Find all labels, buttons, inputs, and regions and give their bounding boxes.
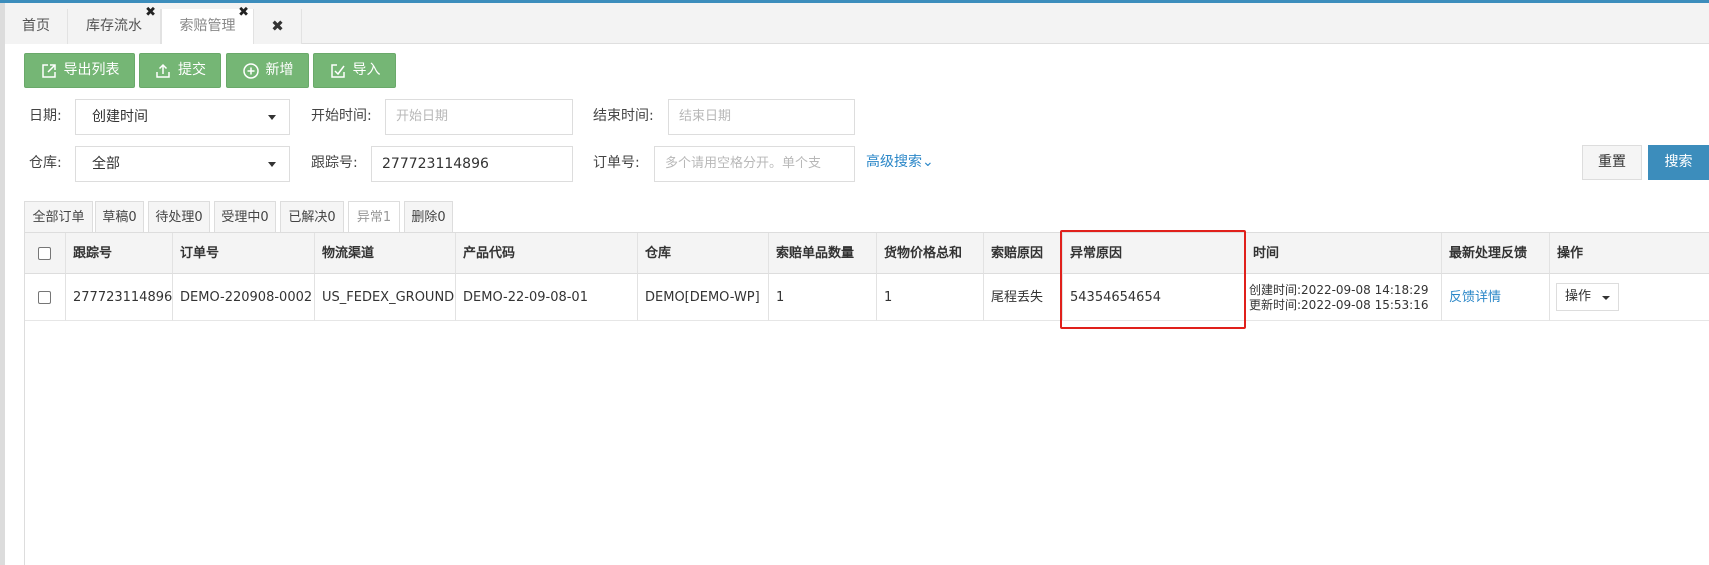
tab-home[interactable]: 首页 xyxy=(5,9,68,44)
feedback-detail-link[interactable]: 反馈详情 xyxy=(1449,290,1501,305)
cell-price-total: 1 xyxy=(877,274,984,321)
header-claim-qty[interactable]: 索赔单品数量 xyxy=(769,233,877,274)
tab-inventory-flow[interactable]: 库存流水 ✖ xyxy=(68,5,161,44)
date-label: 日期: xyxy=(29,108,62,124)
header-time[interactable]: 时间 xyxy=(1246,233,1442,274)
end-date-input[interactable]: 结束日期 xyxy=(668,99,855,135)
row-checkbox[interactable] xyxy=(38,291,51,304)
warehouse-label: 仓库: xyxy=(29,155,62,171)
warehouse-select[interactable]: 全部 xyxy=(75,146,290,182)
start-date-input[interactable]: 开始日期 xyxy=(385,99,573,135)
tracking-label: 跟踪号: xyxy=(311,155,358,171)
header-price-total[interactable]: 货物价格总和 xyxy=(877,233,984,274)
header-exception-reason[interactable]: 异常原因 xyxy=(1063,233,1246,274)
order-number-placeholder: 多个请用空格分开。单个支 xyxy=(665,156,822,171)
export-label: 导出列表 xyxy=(63,62,120,78)
left-edge xyxy=(0,3,5,565)
cell-order: DEMO-220908-0002 xyxy=(173,274,315,321)
status-tab-resolved[interactable]: 已解决0 xyxy=(280,201,344,233)
submit-button[interactable]: 提交 xyxy=(139,53,221,88)
cell-feedback: 反馈详情 xyxy=(1442,274,1550,321)
import-icon xyxy=(330,63,345,78)
start-time-label: 开始时间: xyxy=(311,108,372,124)
upload-icon xyxy=(156,63,170,78)
date-type-select[interactable]: 创建时间 xyxy=(75,99,290,135)
cell-warehouse: DEMO[DEMO-WP] xyxy=(638,274,769,321)
submit-label: 提交 xyxy=(178,62,206,78)
export-icon xyxy=(41,63,56,78)
close-icon[interactable]: ✖ xyxy=(145,3,156,23)
cell-product-code: DEMO-22-09-08-01 xyxy=(456,274,638,321)
tab-label: 首页 xyxy=(22,18,50,34)
header-order[interactable]: 订单号 xyxy=(173,233,315,274)
export-list-button[interactable]: 导出列表 xyxy=(24,53,135,88)
select-all-checkbox[interactable] xyxy=(38,247,51,260)
order-number-label: 订单号: xyxy=(593,155,640,171)
order-number-input[interactable]: 多个请用空格分开。单个支 xyxy=(654,146,855,182)
status-tab-draft[interactable]: 草稿0 xyxy=(95,201,144,233)
import-label: 导入 xyxy=(352,62,381,78)
cell-time: 创建时间:2022-09-08 14:18:29 更新时间:2022-09-08… xyxy=(1246,274,1442,321)
header-product-code[interactable]: 产品代码 xyxy=(456,233,638,274)
tab-bar: 首页 库存流水 ✖ 索赔管理 ✖ ✖ xyxy=(5,3,1709,44)
add-button[interactable]: 新增 xyxy=(226,53,309,88)
header-action: 操作 xyxy=(1550,233,1709,274)
status-tab-deleted[interactable]: 删除0 xyxy=(404,201,453,233)
tracking-number-input[interactable]: 277723114896 xyxy=(371,146,573,182)
end-date-placeholder: 结束日期 xyxy=(679,109,732,124)
tracking-number-value: 277723114896 xyxy=(382,156,489,172)
header-claim-reason[interactable]: 索赔原因 xyxy=(984,233,1063,274)
cell-claim-qty: 1 xyxy=(769,274,877,321)
row-select-cell xyxy=(25,274,66,321)
cell-tracking: 277723114896 xyxy=(66,274,173,321)
header-warehouse[interactable]: 仓库 xyxy=(638,233,769,274)
action-label: 操作 xyxy=(1565,289,1592,304)
date-type-value: 创建时间 xyxy=(92,109,148,125)
caret-down-icon xyxy=(1602,296,1610,300)
cell-channel: US_FEDEX_GROUND xyxy=(315,274,456,321)
warehouse-value: 全部 xyxy=(92,156,120,172)
tab-label: 库存流水 xyxy=(86,18,142,34)
caret-down-icon xyxy=(268,162,276,167)
cell-claim-reason: 尾程丢失 xyxy=(984,274,1063,321)
close-icon[interactable]: ✖ xyxy=(238,3,249,23)
header-feedback[interactable]: 最新处理反馈 xyxy=(1442,233,1550,274)
cell-exception-reason: 54354654654 xyxy=(1063,274,1246,321)
status-tab-all[interactable]: 全部订单 xyxy=(24,201,93,233)
advanced-search-link[interactable]: 高级搜索⌄ xyxy=(866,152,934,172)
action-dropdown-button[interactable]: 操作 xyxy=(1556,283,1619,311)
updated-time: 更新时间:2022-09-08 15:53:16 xyxy=(1249,298,1429,312)
reset-button[interactable]: 重置 xyxy=(1582,145,1642,180)
tab-claims-management[interactable]: 索赔管理 ✖ xyxy=(161,5,254,44)
plus-circle-icon xyxy=(242,62,259,79)
close-all-tabs-button[interactable]: ✖ xyxy=(254,9,302,44)
end-time-label: 结束时间: xyxy=(593,108,654,124)
header-tracking[interactable]: 跟踪号 xyxy=(66,233,173,274)
header-channel[interactable]: 物流渠道 xyxy=(315,233,456,274)
status-tab-pending[interactable]: 待处理0 xyxy=(148,201,210,233)
start-date-placeholder: 开始日期 xyxy=(396,109,449,124)
cell-action: 操作 xyxy=(1550,274,1709,321)
close-icon: ✖ xyxy=(271,17,284,35)
caret-down-icon xyxy=(268,115,276,120)
search-button[interactable]: 搜索 xyxy=(1648,145,1709,180)
header-select-all-cell xyxy=(25,233,66,274)
tab-label: 索赔管理 xyxy=(179,18,236,34)
status-tab-processing[interactable]: 受理中0 xyxy=(214,201,276,233)
add-label: 新增 xyxy=(265,62,294,78)
claims-table: 跟踪号 订单号 物流渠道 产品代码 仓库 索赔单品数量 货物价格总和 索赔原因 … xyxy=(24,232,1709,565)
import-button[interactable]: 导入 xyxy=(313,53,396,88)
status-tab-exception[interactable]: 异常1 xyxy=(348,201,400,233)
created-time: 创建时间:2022-09-08 14:18:29 xyxy=(1249,283,1429,297)
